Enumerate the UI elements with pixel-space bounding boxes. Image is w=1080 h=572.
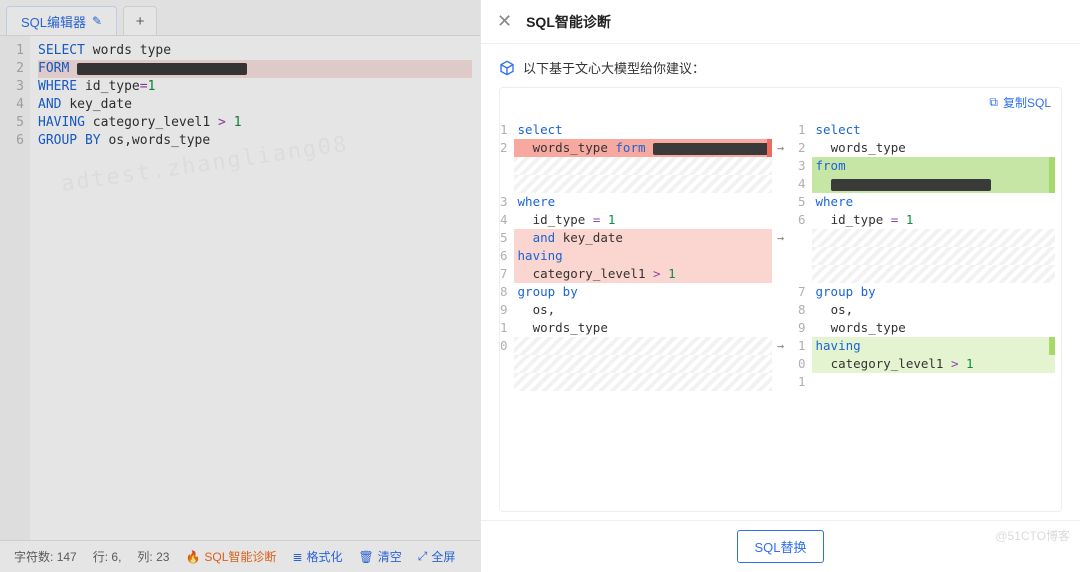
diff-line: [514, 175, 772, 193]
tab-sql-editor[interactable]: SQL编辑器 ✎: [6, 6, 117, 35]
diff-line: words_type: [812, 319, 1056, 337]
diff-line: group by: [812, 283, 1056, 301]
panel-title: SQL智能诊断: [526, 12, 611, 32]
diff-line: os,: [812, 301, 1056, 319]
diff-columns: 12345678910 select words_type form where…: [500, 117, 1061, 511]
code-line[interactable]: FORM: [38, 60, 472, 78]
fullscreen-icon: ⤢: [418, 549, 428, 564]
sql-diagnose-button[interactable]: 🔥 SQL智能诊断: [185, 548, 276, 565]
site-watermark: @51CTO博客: [995, 527, 1070, 544]
diff-arrow-icon: →: [777, 229, 784, 247]
diff-line: having: [812, 337, 1056, 355]
diff-line: id_type = 1: [812, 211, 1056, 229]
sql-diff-view: ⧉ 复制SQL 12345678910 select words_type fo…: [499, 87, 1062, 512]
diff-suggested: 123456789101 select words_typefrom where…: [790, 117, 1062, 511]
code-line[interactable]: SELECT words type: [38, 42, 472, 60]
copy-icon: ⧉: [989, 95, 998, 110]
sql-replace-button[interactable]: SQL替换: [737, 530, 823, 563]
format-icon: ≣: [292, 550, 302, 564]
trash-icon: 🗑: [359, 550, 374, 564]
diff-line: [812, 373, 1056, 391]
diff-line: id_type = 1: [514, 211, 772, 229]
sql-diagnosis-panel: ✕ SQL智能诊断 以下基于文心大模型给你建议： ⧉ 复制SQL: [480, 0, 1080, 572]
diff-line: [514, 355, 772, 373]
sql-editor-pane: SQL编辑器 ✎ + 123456 SELECT words typeFORM …: [0, 0, 480, 572]
panel-header: ✕ SQL智能诊断: [481, 0, 1080, 44]
editor-gutter: 123456: [0, 36, 30, 540]
status-chars: 字符数: 147: [14, 548, 77, 565]
close-icon[interactable]: ✕: [497, 11, 512, 32]
code-line[interactable]: AND key_date: [38, 96, 472, 114]
diff-arrow-icon: →: [777, 139, 784, 157]
add-tab-button[interactable]: +: [123, 6, 157, 35]
diff-line: [514, 157, 772, 175]
editor-status-bar: 字符数: 147 行: 6, 列: 23 🔥 SQL智能诊断 ≣ 格式化 🗑 清…: [0, 540, 480, 572]
diff-line: where: [812, 193, 1056, 211]
diff-line: os,: [514, 301, 772, 319]
diff-line: [812, 265, 1056, 283]
diff-line: select: [514, 121, 772, 139]
code-line[interactable]: HAVING category_level1 > 1: [38, 114, 472, 132]
diff-line: words_type form: [514, 139, 772, 157]
diff-line: category_level1 > 1: [812, 355, 1056, 373]
diff-line: where: [514, 193, 772, 211]
diff-toolbar: ⧉ 复制SQL: [500, 88, 1061, 117]
diff-line: [812, 175, 1056, 193]
edit-icon: ✎: [92, 14, 102, 28]
diff-line: and key_date: [514, 229, 772, 247]
editor-tab-strip: SQL编辑器 ✎ +: [0, 0, 480, 36]
code-line[interactable]: GROUP BY os,words_type: [38, 132, 472, 150]
panel-body: 以下基于文心大模型给你建议： ⧉ 复制SQL 12345678910 selec…: [481, 44, 1080, 520]
diff-line: having: [514, 247, 772, 265]
status-col: 列: 23: [137, 548, 169, 565]
suggestion-intro: 以下基于文心大模型给你建议：: [523, 58, 705, 77]
diff-original: 12345678910 select words_type form where…: [500, 117, 772, 511]
panel-footer: SQL替换: [481, 520, 1080, 572]
ai-cube-icon: [499, 60, 515, 76]
copy-sql-button[interactable]: ⧉ 复制SQL: [989, 94, 1051, 111]
diff-line: category_level1 > 1: [514, 265, 772, 283]
diff-line: [812, 229, 1056, 247]
app-root: SQL编辑器 ✎ + 123456 SELECT words typeFORM …: [0, 0, 1080, 572]
plus-icon: +: [136, 13, 145, 30]
diff-line: [514, 337, 772, 355]
diff-arrow-column: → → →: [772, 117, 790, 511]
diff-line: [514, 373, 772, 391]
status-row: 行: 6,: [93, 548, 122, 565]
format-button[interactable]: ≣ 格式化: [292, 548, 342, 565]
diff-arrow-icon: →: [777, 337, 784, 355]
code-line[interactable]: WHERE id_type=1: [38, 78, 472, 96]
diff-line: from: [812, 157, 1056, 175]
diff-line: select: [812, 121, 1056, 139]
diff-line: words_type: [514, 319, 772, 337]
diff-line: group by: [514, 283, 772, 301]
editor-code[interactable]: SELECT words typeFORM WHERE id_type=1AND…: [30, 36, 480, 540]
tab-label: SQL编辑器: [21, 12, 86, 31]
diff-line: words_type: [812, 139, 1056, 157]
diff-line: [812, 247, 1056, 265]
fullscreen-button[interactable]: ⤢ 全屏: [418, 548, 456, 565]
fire-icon: 🔥: [185, 550, 200, 564]
code-editor[interactable]: 123456 SELECT words typeFORM WHERE id_ty…: [0, 36, 480, 540]
suggestion-header: 以下基于文心大模型给你建议：: [499, 58, 1062, 77]
clear-button[interactable]: 🗑 清空: [359, 548, 402, 565]
